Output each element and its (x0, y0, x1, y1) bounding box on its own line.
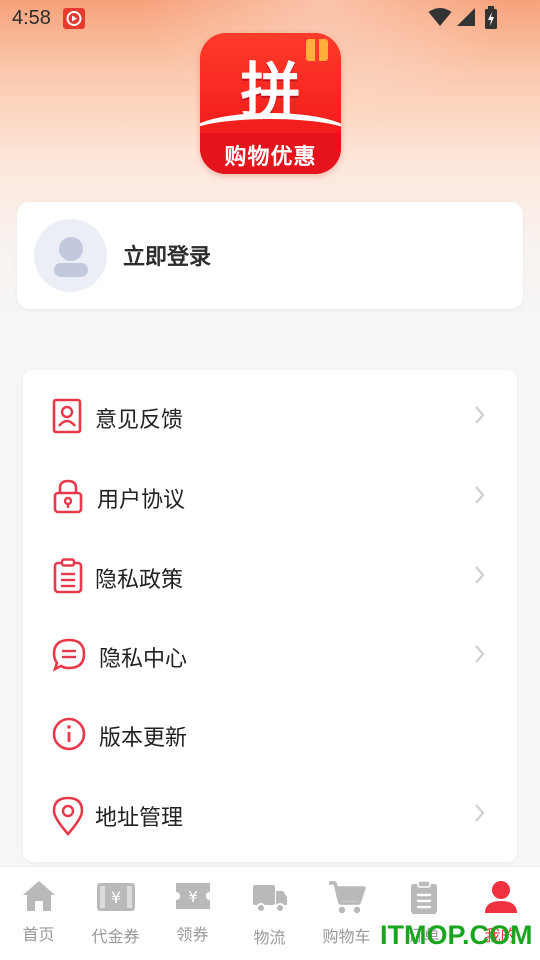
avatar[interactable] (34, 219, 107, 292)
cart-icon (327, 879, 367, 919)
order-icon (408, 879, 440, 919)
info-icon (51, 716, 86, 752)
menu-item-privacy-policy[interactable]: 隐私政策 (23, 536, 517, 615)
chevron-right-icon (473, 404, 487, 430)
menu-item-label: 地址管理 (95, 806, 184, 831)
chevron-right-icon (473, 484, 487, 510)
menu-item-label: 用户协议 (97, 488, 186, 513)
menu-item-label: 版本更新 (99, 726, 188, 751)
location-pin-icon (51, 796, 85, 836)
truck-icon (251, 879, 289, 919)
status-time: 4:58 (12, 7, 51, 29)
clipboard-icon (51, 558, 85, 594)
tab-voucher[interactable]: ¥ 代金券 (77, 867, 154, 960)
signal-icon (456, 7, 476, 31)
chevron-right-icon (473, 802, 487, 828)
avatar-body (54, 263, 88, 277)
profile-icon (483, 879, 519, 919)
menu-item-label: 意见反馈 (95, 408, 184, 433)
menu-item-label: 隐私政策 (95, 568, 184, 593)
avatar-head (59, 237, 83, 261)
app-logo-text: 购物优惠 (224, 145, 317, 170)
menu-item-user-agreement[interactable]: 用户协议 (23, 456, 517, 535)
wifi-icon (428, 7, 452, 31)
menu-item-label: 隐私中心 (99, 647, 188, 672)
notification-app-icon (63, 8, 85, 29)
voucher-icon: ¥ (95, 879, 137, 919)
tab-label: 购物车 (322, 927, 371, 946)
menu-item-version-update[interactable]: 版本更新 (23, 694, 517, 773)
chat-bubble-icon (51, 637, 86, 673)
svg-text:¥: ¥ (110, 888, 120, 907)
chevron-right-icon (473, 643, 487, 669)
app-logo: 拼 购物优惠 (200, 33, 341, 174)
login-card[interactable]: 立即登录 (17, 202, 523, 309)
menu-item-address-management[interactable]: 地址管理 (23, 774, 517, 853)
lock-icon (51, 478, 85, 514)
svg-text:¥: ¥ (188, 888, 198, 906)
menu-item-feedback[interactable]: 意见反馈 (23, 376, 517, 455)
status-bar: 4:58 (0, 0, 540, 36)
tab-label: 首页 (22, 925, 55, 944)
tab-label: 代金券 (91, 927, 140, 946)
watermark: ITMOP.COM (380, 920, 533, 950)
home-icon (21, 879, 57, 917)
chevron-right-icon (473, 564, 487, 590)
tab-coupon[interactable]: ¥ 领券 (154, 867, 231, 960)
tab-label: 领券 (176, 925, 209, 944)
tab-label: 物流 (253, 928, 286, 947)
tab-cart[interactable]: 购物车 (308, 867, 385, 960)
battery-icon (484, 6, 498, 34)
feedback-icon (51, 398, 85, 434)
tab-logistics[interactable]: 物流 (231, 867, 308, 960)
coupon-icon: ¥ (173, 879, 213, 917)
login-button[interactable]: 立即登录 (123, 239, 211, 271)
settings-menu: 意见反馈 用户协议 隐私政策 隐私中心 版本更新 地址管理 (23, 370, 517, 862)
menu-item-privacy-center[interactable]: 隐私中心 (23, 615, 517, 694)
tab-home[interactable]: 首页 (0, 867, 77, 960)
